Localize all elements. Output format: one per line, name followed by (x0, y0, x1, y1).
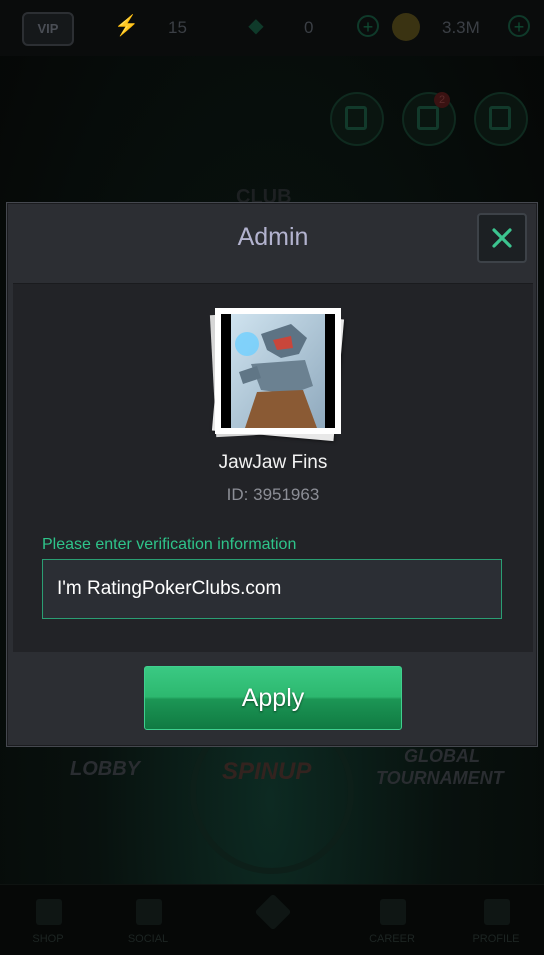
admin-dialog: Admin JawJaw Fins ID: 3951963 Please ent… (6, 202, 538, 747)
energy-icon: ⚡ (114, 15, 139, 37)
gems-value: 0 (304, 18, 314, 37)
mail-button[interactable] (474, 92, 528, 146)
nav-shop-label: SHOP (32, 933, 64, 945)
avatar-frame (215, 308, 341, 434)
gem-icon: ◆ (248, 15, 264, 37)
person-icon (484, 899, 510, 925)
nav-profile[interactable]: PROFILE (456, 885, 536, 955)
dialog-title: Admin (237, 223, 309, 251)
top-status-bar: VIP ⚡ 15 ◆ 0 + 3.3M + (0, 0, 544, 56)
nav-shop[interactable]: SHOP (8, 885, 88, 955)
close-button[interactable] (477, 213, 527, 263)
nav-social[interactable]: SOCIAL (108, 885, 188, 955)
cart-icon (36, 899, 62, 925)
notification-badge: 2 (434, 92, 450, 108)
avatar[interactable] (209, 306, 345, 442)
close-icon (492, 228, 512, 248)
nav-profile-label: PROFILE (472, 933, 520, 945)
energy-value: 15 (168, 18, 187, 37)
bottom-nav: SHOP SOCIAL CAREER PROFILE (0, 884, 544, 955)
nav-social-label: SOCIAL (127, 933, 169, 945)
social-icon (136, 899, 162, 925)
verification-label: Please enter verification information (42, 536, 297, 553)
add-coins-button[interactable]: + (508, 15, 530, 37)
bar-chart-icon (380, 899, 406, 925)
dialog-body: JawJaw Fins ID: 3951963 Please enter ver… (13, 283, 533, 652)
apply-button[interactable]: Apply (144, 666, 402, 730)
calendar-icon (345, 106, 367, 130)
player-name: JawJaw Fins (218, 452, 328, 473)
player-id: ID: 3951963 (226, 485, 320, 504)
mail-icon (489, 106, 511, 130)
shark-avatar-icon (231, 314, 325, 428)
vip-badge: VIP (22, 12, 74, 46)
lobby-label[interactable]: LOBBY (70, 758, 140, 781)
verification-input[interactable] (42, 559, 502, 619)
spade-icon (254, 893, 292, 931)
global-label: GLOBAL (404, 746, 480, 766)
coins-value: 3.3M (442, 18, 480, 37)
nav-career[interactable]: CAREER (352, 885, 432, 955)
ribbon-icon (417, 106, 439, 130)
spinup-label: SPINUP (222, 758, 312, 785)
avatar-image (221, 314, 335, 428)
add-gems-button[interactable]: + (357, 15, 379, 37)
nav-career-label: CAREER (369, 933, 415, 945)
tournament-label[interactable]: TOURNAMENT (376, 768, 504, 789)
calendar-button[interactable] (330, 92, 384, 146)
coin-icon (392, 13, 420, 41)
nav-home[interactable] (232, 885, 312, 955)
